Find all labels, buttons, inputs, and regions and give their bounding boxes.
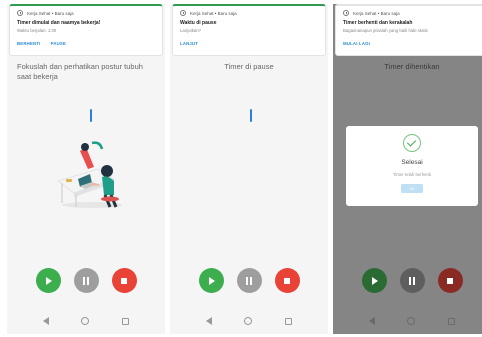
back-icon[interactable] [369,317,376,325]
home-icon[interactable] [407,317,416,325]
back-icon[interactable] [206,317,213,325]
recent-apps-icon[interactable] [447,317,455,325]
timer-cursor [90,109,92,122]
notification-app: Kerja Sehat • Baru saja [190,10,237,16]
pause-button[interactable] [399,268,425,293]
notification-subtitle: Lanjutkan? [180,28,202,33]
stop-action-button[interactable]: BERHENTI [17,41,41,46]
dialog-ok-button[interactable]: OK [401,184,423,193]
resume-action-button[interactable]: LANJUT [180,41,198,46]
pause-icon [409,276,415,285]
timer-cursor [250,109,252,122]
notification-subtitle: Bagaimanapun jelaslah yang baik hide sta… [343,28,428,33]
completion-dialog: Selesai Timer telah berhenti OK [346,126,478,206]
clock-icon [343,10,349,16]
notification-card[interactable]: Kerja Sehat • Baru saja Waktu di pause L… [172,4,326,56]
play-icon [46,276,52,285]
play-icon [209,276,215,285]
play-button[interactable] [198,268,224,293]
screen-title: Timer dihentikan [384,62,440,71]
notification-title: Timer dimulai dan naamya bekerja! [17,20,101,26]
pause-action-button[interactable]: PAUSE [51,41,67,46]
pause-icon [246,276,252,285]
check-circle-icon [403,134,421,152]
recent-apps-icon[interactable] [121,317,129,325]
notification-app: Kerja Sehat • Baru saja [27,10,74,16]
notification-subtitle: Waktu berjalan: 1:00 [17,28,57,33]
pause-button[interactable] [236,268,262,293]
notification-title: Timer berhenti dan kerakalah [343,20,413,26]
back-icon[interactable] [43,317,50,325]
stop-icon [121,277,127,284]
pause-button[interactable] [73,268,99,293]
play-button[interactable] [35,268,61,293]
recent-apps-icon[interactable] [284,317,292,325]
play-icon [372,276,378,285]
stop-icon [447,277,453,284]
dialog-title: Selesai [401,159,423,166]
pause-icon [83,276,89,285]
home-icon[interactable] [81,317,90,325]
stop-button[interactable] [437,268,463,293]
system-navbar [333,308,482,334]
restart-action-button[interactable]: MULAI LAGI [343,41,370,46]
system-navbar [7,308,165,334]
notification-app: Kerja Sehat • Baru saja [353,10,400,16]
clock-icon [180,10,186,16]
timer-controls [333,268,482,293]
stop-button[interactable] [111,268,137,293]
play-button[interactable] [361,268,387,293]
screen-title: Fokuslah dan perhatikan postur tubuh saa… [17,62,143,81]
stop-icon [284,277,290,284]
system-navbar [170,308,328,334]
screen-title: Timer di pause [224,62,274,71]
timer-controls [170,268,328,293]
desk-worker-illustration [57,141,122,208]
notification-card[interactable]: Kerja Sehat • Baru saja Timer dimulai da… [9,4,163,56]
home-icon[interactable] [244,317,253,325]
screen-timer-stopped: Kerja Sehat • Baru saja Timer berhenti d… [333,4,482,334]
dialog-message: Timer telah berhenti [392,172,432,177]
timer-controls [7,268,165,293]
screen-timer-running: Kerja Sehat • Baru saja Timer dimulai da… [7,4,165,334]
stop-button[interactable] [274,268,300,293]
notification-card[interactable]: Kerja Sehat • Baru saja Timer berhenti d… [335,4,482,56]
notification-title: Waktu di pause [180,20,217,26]
screen-timer-paused: Kerja Sehat • Baru saja Waktu di pause L… [170,4,328,334]
clock-icon [17,10,23,16]
